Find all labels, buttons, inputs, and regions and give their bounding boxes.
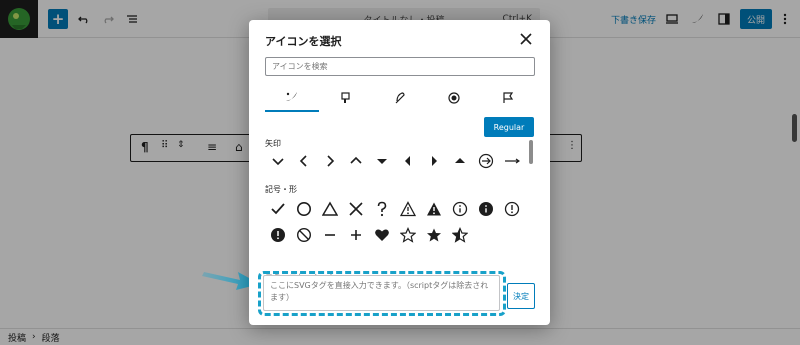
category-symbols: 記号・形 (265, 185, 297, 194)
icon-list-scrollbar[interactable] (529, 140, 533, 164)
confirm-button[interactable]: 決定 (507, 283, 535, 309)
plus-icon[interactable] (347, 226, 365, 244)
flag-icon (503, 92, 514, 103)
caret-left-icon[interactable] (399, 152, 417, 170)
caret-down-icon[interactable] (373, 152, 391, 170)
chevron-up-icon[interactable] (347, 152, 365, 170)
check-icon[interactable] (269, 200, 287, 218)
star-outline-icon[interactable] (399, 226, 417, 244)
caret-up-icon[interactable] (451, 152, 469, 170)
feather-icon (395, 92, 405, 104)
icon-search-input[interactable] (265, 57, 535, 76)
brush-icon (341, 92, 350, 103)
warning-filled-icon[interactable] (425, 200, 443, 218)
info-filled-icon[interactable] (477, 200, 495, 218)
category-arrows: 矢印 (265, 139, 281, 148)
tab-brush[interactable] (319, 84, 373, 112)
circle-arrow-right-icon[interactable] (477, 152, 495, 170)
chevron-right-icon[interactable] (321, 152, 339, 170)
chevron-left-icon[interactable] (295, 152, 313, 170)
icon-list: 矢印 記号・形 (265, 134, 527, 284)
circle-icon[interactable] (295, 200, 313, 218)
warning-outline-icon[interactable] (399, 200, 417, 218)
tab-wordpress[interactable] (265, 84, 319, 112)
minus-icon[interactable] (321, 226, 339, 244)
x-mark-icon[interactable] (347, 200, 365, 218)
prohibited-icon[interactable] (295, 226, 313, 244)
wordpress-icon (286, 92, 297, 101)
highlight-frame (258, 271, 506, 316)
triangle-icon[interactable] (321, 200, 339, 218)
icon-set-tabs (265, 84, 535, 112)
exclamation-circle-icon[interactable] (503, 200, 521, 218)
star-half-icon[interactable] (451, 226, 469, 244)
caret-right-icon[interactable] (425, 152, 443, 170)
heart-icon[interactable] (373, 226, 391, 244)
modal-title: アイコンを選択 (265, 35, 342, 48)
star-filled-icon[interactable] (425, 226, 443, 244)
tab-feather[interactable] (373, 84, 427, 112)
arrow-right-icon[interactable] (503, 152, 521, 170)
question-icon[interactable] (373, 200, 391, 218)
info-outline-icon[interactable] (451, 200, 469, 218)
record-icon (448, 92, 460, 104)
tab-record[interactable] (427, 84, 481, 112)
exclamation-filled-icon[interactable] (269, 226, 287, 244)
tab-flag[interactable] (481, 84, 535, 112)
chevron-down-icon[interactable] (269, 152, 287, 170)
close-icon[interactable] (517, 30, 535, 48)
